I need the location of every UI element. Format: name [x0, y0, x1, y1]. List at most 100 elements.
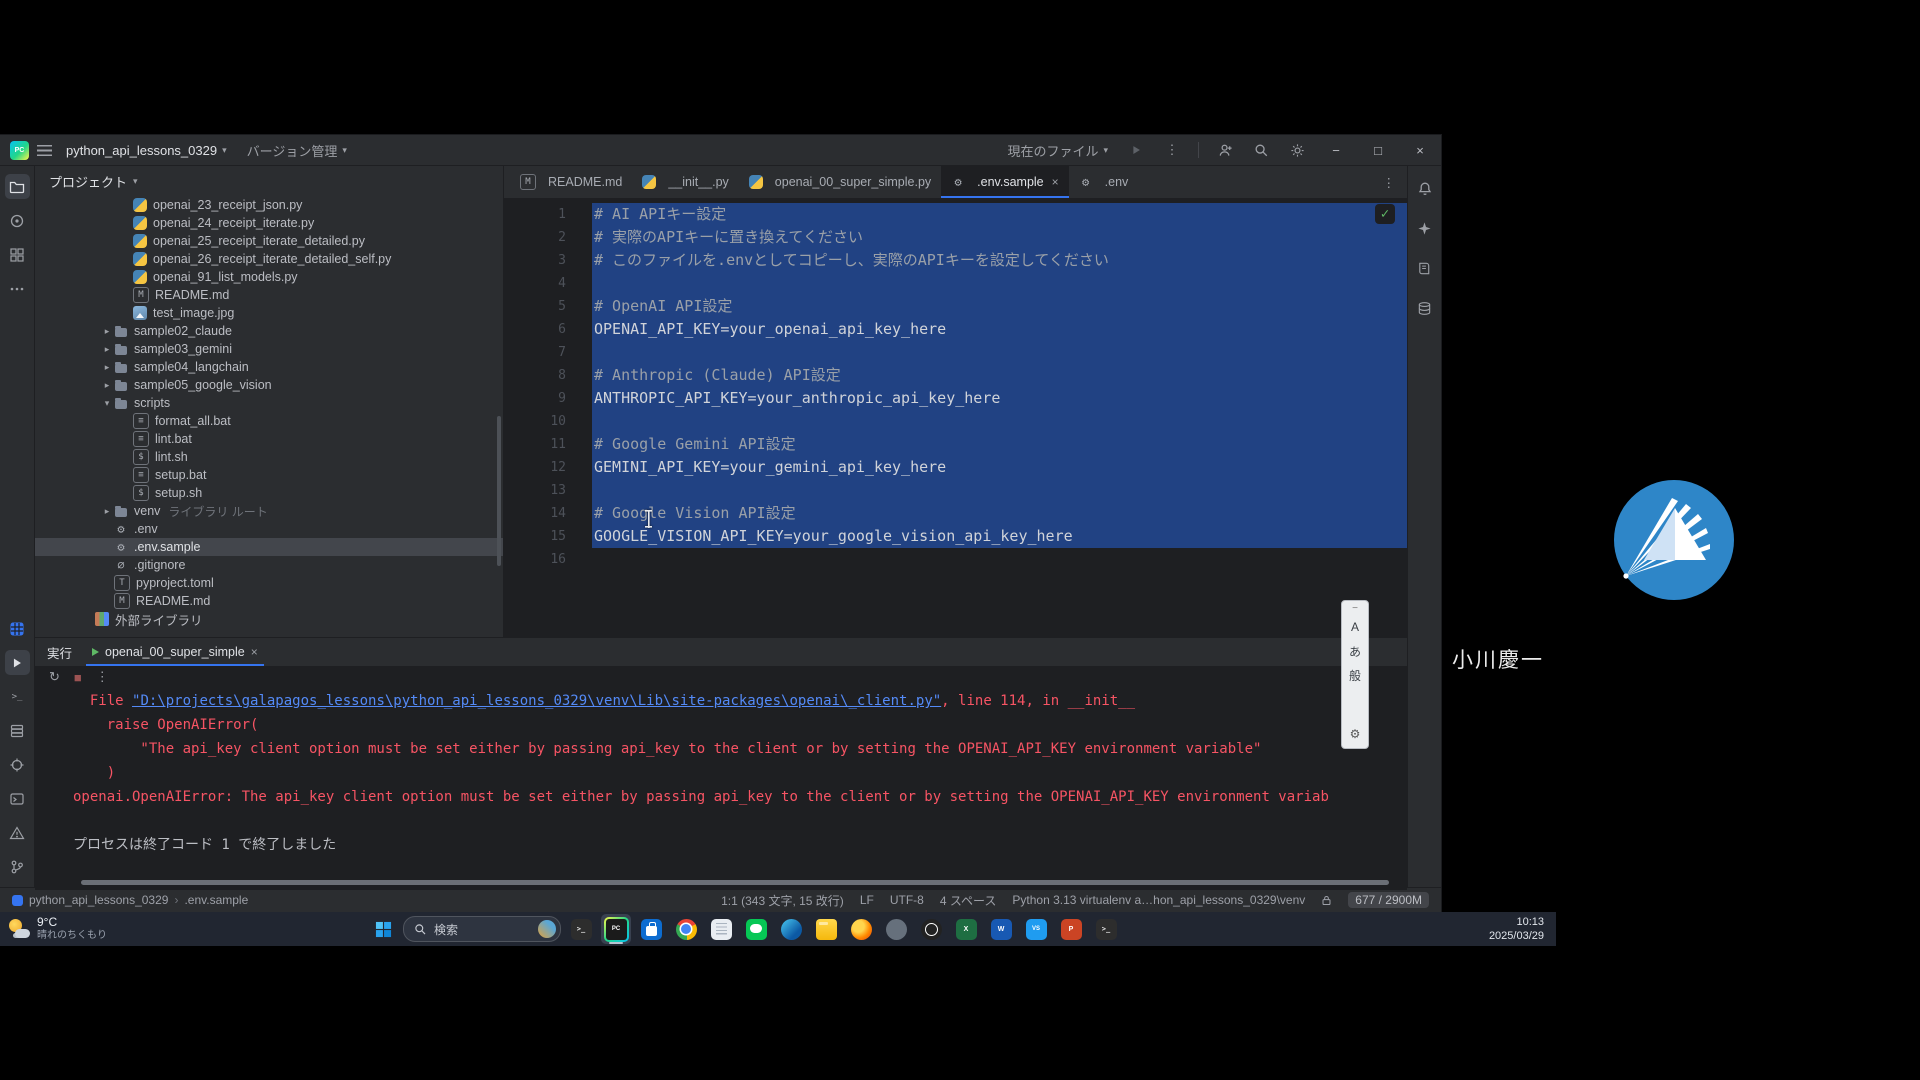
taskbar-obs-icon[interactable]	[916, 914, 946, 944]
tree-item[interactable]: openai_24_receipt_iterate.py	[35, 214, 503, 232]
tool-problems-icon[interactable]	[5, 820, 30, 845]
tree-item[interactable]: $lint.sh	[35, 448, 503, 466]
window-minimize-button[interactable]: −	[1319, 135, 1353, 165]
stop-button[interactable]: ■	[74, 670, 82, 685]
taskbar-clock[interactable]: 10:13 2025/03/29	[1489, 915, 1544, 944]
more-actions-button[interactable]: ⋮	[1158, 137, 1186, 163]
project-selector[interactable]: python_api_lessons_0329 ▾	[60, 140, 233, 161]
run-session-tab[interactable]: openai_00_super_simple ×	[86, 638, 264, 666]
tree-item[interactable]: ▸sample02_claude	[35, 322, 503, 340]
ime-conversion-mode[interactable]: 般	[1342, 665, 1368, 685]
breadcrumb[interactable]: python_api_lessons_0329 › .env.sample	[12, 893, 248, 907]
status-encoding[interactable]: UTF-8	[890, 893, 924, 907]
tree-item[interactable]: ▸sample05_google_vision	[35, 376, 503, 394]
run-console[interactable]: File "D:\projects\galapagos_lessons\pyth…	[35, 687, 1407, 890]
settings-gear-icon[interactable]	[1283, 137, 1311, 163]
editor-tab[interactable]: ⚙.env.sample×	[941, 166, 1068, 198]
run-button[interactable]	[1122, 137, 1150, 163]
tool-debug-icon[interactable]	[5, 752, 30, 777]
tree-item[interactable]: ⚙.env	[35, 520, 503, 538]
tab-options-icon[interactable]: ⋮	[1371, 166, 1408, 198]
ime-settings[interactable]: ⚙	[1342, 724, 1368, 744]
tree-item[interactable]: openai_23_receipt_json.py	[35, 196, 503, 214]
tree-item[interactable]: openai_25_receipt_iterate_detailed.py	[35, 232, 503, 250]
tree-item[interactable]: ≡format_all.bat	[35, 412, 503, 430]
ime-kana[interactable]: あ	[1342, 641, 1368, 661]
tree-item[interactable]: ⚙.env.sample	[35, 538, 503, 556]
tree-item[interactable]: openai_91_list_models.py	[35, 268, 503, 286]
tool-commit-icon[interactable]	[5, 208, 30, 233]
editor-area[interactable]: 1# AI APIキー設定2# 実際のAPIキーに置き換えてください3# このフ…	[504, 199, 1407, 637]
taskbar-firefox-icon[interactable]	[846, 914, 876, 944]
taskbar-powerpoint-icon[interactable]: P	[1056, 914, 1086, 944]
start-button[interactable]	[368, 914, 398, 944]
taskbar-explorer-icon[interactable]	[811, 914, 841, 944]
stack-trace-link[interactable]: "D:\projects\galapagos_lessons\python_ap…	[132, 693, 941, 709]
tool-services-icon[interactable]	[5, 718, 30, 743]
editor-tab[interactable]: MREADME.md	[510, 166, 632, 198]
tree-item[interactable]: Tpyproject.toml	[35, 574, 503, 592]
tool-database-icon[interactable]	[1412, 296, 1437, 321]
close-tab-icon[interactable]: ×	[1052, 175, 1059, 189]
taskbar-chrome-icon[interactable]	[671, 914, 701, 944]
run-config-selector[interactable]: 現在のファイル ▾	[1001, 138, 1114, 163]
search-everywhere-button[interactable]	[1247, 137, 1275, 163]
run-tool-label[interactable]: 実行	[47, 643, 72, 662]
tool-notifications-icon[interactable]	[1412, 176, 1437, 201]
ime-minimize[interactable]: −	[1342, 603, 1368, 613]
weather-widget[interactable]: 9°C 晴れのちくもり	[8, 914, 107, 944]
main-menu-hamburger-icon[interactable]	[37, 145, 52, 156]
search-highlight-thumbnail[interactable]	[538, 920, 556, 938]
tool-git-icon[interactable]	[5, 854, 30, 879]
status-readonly-lock[interactable]	[1321, 895, 1332, 906]
console-horizontal-scrollbar[interactable]	[81, 880, 1389, 885]
window-close-button[interactable]: ×	[1403, 135, 1437, 165]
status-memory[interactable]: 677 / 2900M	[1348, 892, 1429, 908]
tree-item[interactable]: openai_26_receipt_iterate_detailed_self.…	[35, 250, 503, 268]
taskbar-word-icon[interactable]: W	[986, 914, 1016, 944]
tree-item[interactable]: MREADME.md	[35, 592, 503, 610]
tree-item[interactable]: MREADME.md	[35, 286, 503, 304]
status-line-separator[interactable]: LF	[860, 893, 874, 907]
taskbar-line-icon[interactable]	[741, 914, 771, 944]
tree-item[interactable]: 外部ライブラリ	[35, 610, 503, 628]
window-maximize-button[interactable]: □	[1361, 135, 1395, 165]
project-panel-header[interactable]: プロジェクト ▾	[35, 166, 503, 196]
editor-tab[interactable]: ⚙.env	[1069, 166, 1139, 198]
taskbar-microsoft-store-icon[interactable]	[636, 914, 666, 944]
close-session-icon[interactable]: ×	[251, 645, 258, 659]
status-indent[interactable]: 4 スペース	[940, 892, 997, 909]
vcs-widget[interactable]: バージョン管理 ▾	[241, 138, 353, 163]
taskbar-vscode-icon[interactable]: VS	[1021, 914, 1051, 944]
taskbar-search-box[interactable]: 検索	[403, 916, 561, 942]
project-scrollbar[interactable]	[497, 416, 501, 566]
taskbar-steam-icon[interactable]	[881, 914, 911, 944]
editor-tab[interactable]: openai_00_super_simple.py	[739, 166, 941, 198]
tool-terminal-icon[interactable]	[5, 786, 30, 811]
taskbar-excel-icon[interactable]: X	[951, 914, 981, 944]
tree-item[interactable]: ▸venvライブラリ ルート	[35, 502, 503, 520]
code-with-me-button[interactable]	[1211, 137, 1239, 163]
tree-item[interactable]: test_image.jpg	[35, 304, 503, 322]
taskbar-cmd-icon[interactable]: >_	[566, 914, 596, 944]
tool-ai-assistant-icon[interactable]	[1412, 216, 1437, 241]
tree-item[interactable]: ▾scripts	[35, 394, 503, 412]
editor-tab[interactable]: __init__.py	[632, 166, 738, 198]
tool-documentation-icon[interactable]	[1412, 256, 1437, 281]
tree-item[interactable]: ▸sample04_langchain	[35, 358, 503, 376]
tree-item[interactable]: ∅.gitignore	[35, 556, 503, 574]
taskbar-edge-icon[interactable]	[776, 914, 806, 944]
tree-item[interactable]: $setup.sh	[35, 484, 503, 502]
tool-packages-icon[interactable]	[5, 616, 30, 641]
status-interpreter[interactable]: Python 3.13 virtualenv a…hon_api_lessons…	[1012, 893, 1305, 907]
tree-item[interactable]: ≡lint.bat	[35, 430, 503, 448]
project-tree[interactable]: openai_23_receipt_json.pyopenai_24_recei…	[35, 196, 503, 637]
tool-python-console-icon[interactable]: >_	[5, 684, 30, 709]
tree-item[interactable]: ≡setup.bat	[35, 466, 503, 484]
taskbar-pycharm-icon[interactable]: PC	[601, 914, 631, 944]
taskbar-notepad-icon[interactable]	[706, 914, 736, 944]
taskbar-terminal-icon[interactable]: >_	[1091, 914, 1121, 944]
status-caret-position[interactable]: 1:1 (343 文字, 15 改行)	[721, 892, 844, 909]
tool-structure-icon[interactable]	[5, 242, 30, 267]
rerun-button[interactable]: ↻	[49, 669, 60, 685]
